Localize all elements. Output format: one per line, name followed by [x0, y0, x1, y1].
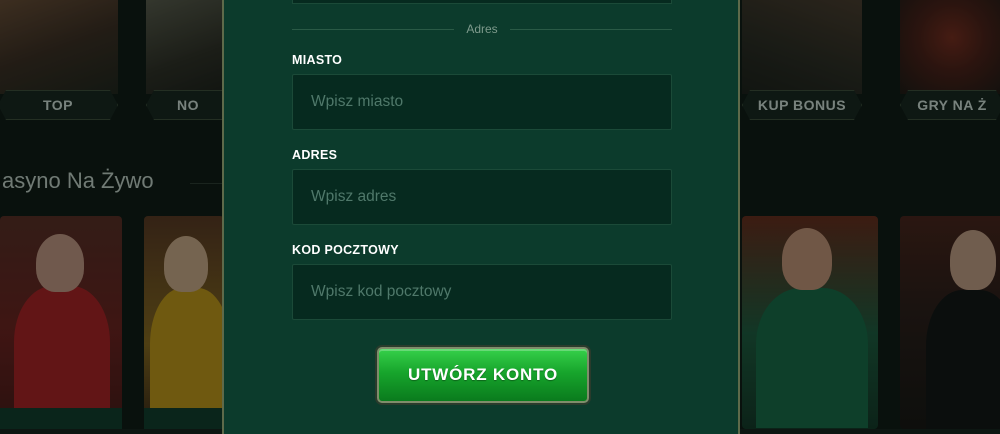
address-field: ADRES — [292, 148, 672, 225]
city-input[interactable] — [292, 74, 672, 130]
city-field: MIASTO — [292, 53, 672, 130]
registration-modal: Adres MIASTO ADRES KOD POCZTOWY UTWÓRZ K… — [222, 0, 740, 434]
create-account-button[interactable]: UTWÓRZ KONTO — [377, 347, 589, 403]
address-section-divider: Adres — [292, 20, 673, 38]
divider-line — [509, 28, 673, 30]
address-input[interactable] — [292, 169, 672, 225]
previous-field-edge — [292, 0, 672, 4]
divider-line — [292, 28, 455, 30]
postal-code-label: KOD POCZTOWY — [292, 243, 399, 257]
postal-code-field: KOD POCZTOWY — [292, 243, 672, 320]
city-label: MIASTO — [292, 53, 343, 67]
section-divider-label: Adres — [466, 22, 498, 36]
address-label: ADRES — [292, 148, 338, 162]
postal-code-input[interactable] — [292, 264, 672, 320]
